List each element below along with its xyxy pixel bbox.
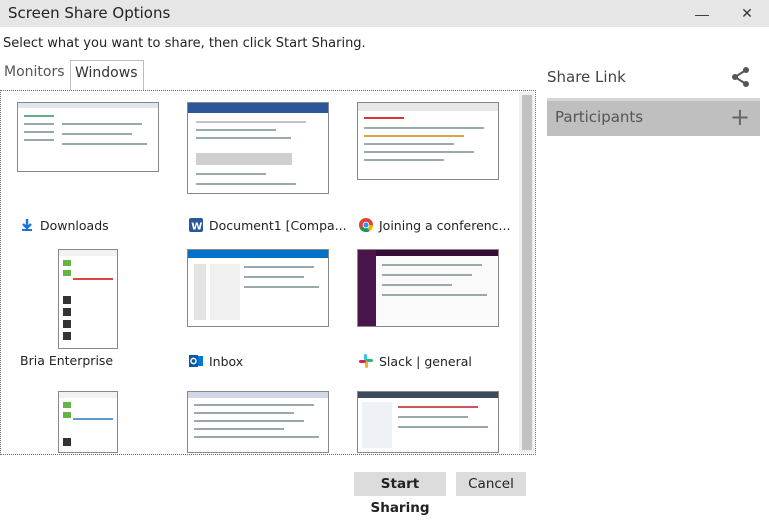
window-thumbnail[interactable] — [187, 391, 329, 453]
participants-label: Participants — [555, 108, 644, 126]
window-tile[interactable]: Downloads — [16, 101, 161, 233]
window-label: Inbox — [188, 353, 243, 369]
word-icon: W — [188, 217, 204, 233]
participants-row[interactable]: Participants + — [547, 98, 760, 136]
slack-icon — [358, 353, 374, 369]
close-button[interactable]: ✕ — [725, 0, 769, 27]
share-icon[interactable] — [730, 66, 752, 92]
add-participant-icon[interactable]: + — [730, 103, 750, 131]
window-label: W Document1 [Compa... — [188, 217, 347, 233]
window-thumbnail[interactable] — [58, 391, 118, 453]
window-label: Slack | general — [358, 353, 472, 369]
chrome-icon — [358, 217, 374, 233]
window-thumbnail — [357, 102, 499, 180]
window-thumbnail — [187, 249, 329, 327]
windows-grid: Downloads W Document1 [Compa... Joining … — [0, 90, 536, 455]
cancel-button[interactable]: Cancel — [456, 472, 526, 496]
outlook-icon — [188, 353, 204, 369]
window-label: Bria Enterprise — [20, 353, 114, 368]
download-arrow-icon — [19, 217, 35, 233]
minimize-button[interactable]: — — [680, 0, 724, 27]
window-thumbnail — [58, 249, 118, 349]
window-label: Joining a conferenc... — [358, 217, 510, 233]
share-link-row[interactable]: Share Link — [547, 62, 760, 94]
window-tile[interactable]: Bria Enterprise — [16, 246, 161, 376]
instructions-text: Select what you want to share, then clic… — [3, 36, 366, 51]
window-tile[interactable]: W Document1 [Compa... — [186, 101, 347, 233]
window-title: Screen Share Options — [8, 4, 171, 22]
tab-windows[interactable]: Windows — [70, 60, 144, 90]
window-thumbnail[interactable] — [357, 391, 499, 453]
window-thumbnail — [187, 102, 329, 194]
window-tile[interactable]: Joining a conferenc... — [356, 101, 516, 233]
tab-monitors[interactable]: Monitors — [0, 60, 70, 89]
window-thumbnail — [17, 102, 159, 172]
scrollbar-thumb[interactable] — [522, 95, 532, 450]
title-bar: Screen Share Options — ✕ — [0, 0, 769, 27]
window-thumbnail — [357, 249, 499, 327]
svg-text:W: W — [191, 222, 202, 233]
window-label: Downloads — [19, 217, 109, 233]
share-link-label: Share Link — [547, 68, 626, 86]
start-sharing-button[interactable]: Start Sharing — [354, 472, 446, 516]
